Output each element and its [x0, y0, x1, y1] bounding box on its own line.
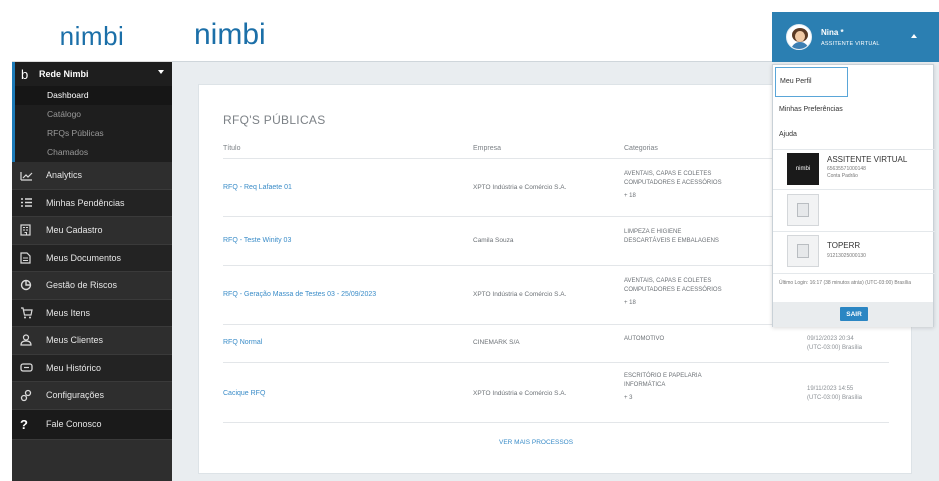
- sidebar-item-configuracoes[interactable]: Configurações: [12, 382, 172, 410]
- sidebar-item-label: Meu Histórico: [46, 362, 102, 373]
- sidebar-item-label: Configurações: [46, 390, 105, 401]
- user-dropdown-menu: Meu Perfil Minhas Preferências Ajuda nim…: [772, 64, 935, 327]
- rfq-empresa: XPTO Indústria e Comércio S.A.: [473, 291, 567, 298]
- account-details: 65635571000148 Conta Padrão: [827, 166, 866, 179]
- user-menu-toggle[interactable]: Nina * ASSITENTE VIRTUAL: [772, 12, 939, 62]
- building-icon: [787, 235, 819, 267]
- sidebar-logo-text: nimbi: [59, 21, 125, 51]
- building-icon: [20, 224, 46, 236]
- column-header-empresa: Empresa: [473, 145, 502, 152]
- account-details: 91213025000130: [827, 253, 866, 259]
- last-login-text: Último Login: 16:17 (38 minutos atrás) (…: [779, 280, 911, 286]
- sidebar-item-label: Gestão de Riscos: [46, 280, 118, 291]
- sidebar-item-minhas-pendencias[interactable]: Minhas Pendências: [12, 189, 172, 217]
- sidebar-item-chamados[interactable]: Chamados: [15, 143, 172, 162]
- risk-icon: [20, 279, 46, 291]
- sidebar-item-meus-documentos[interactable]: Meus Documentos: [12, 244, 172, 272]
- rfq-categorias: ESCRITÓRIO E PAPELARIA INFORMÁTICA + 3: [624, 373, 702, 401]
- avatar: [786, 24, 812, 50]
- dropdown-footer: SAIR: [773, 302, 933, 327]
- column-header-titulo: Título: [223, 145, 241, 152]
- sidebar-logo[interactable]: nimbi: [12, 12, 172, 62]
- rfq-empresa: Camila Souza: [473, 237, 514, 244]
- sidebar-group-header[interactable]: b Rede Nimbi: [15, 62, 172, 86]
- menu-item-minhas-preferencias[interactable]: Minhas Preferências: [779, 106, 843, 113]
- top-header: nimbi Nina * ASSITENTE VIRTUAL: [172, 12, 939, 62]
- divider: [773, 189, 935, 190]
- menu-item-ajuda[interactable]: Ajuda: [779, 131, 797, 138]
- column-header-categorias: Categorias: [624, 145, 658, 152]
- divider: [773, 149, 935, 150]
- caret-up-icon: [911, 34, 917, 38]
- sidebar-item-meu-historico[interactable]: Meu Histórico: [12, 354, 172, 382]
- account-name: ASSITENTE VIRTUAL: [827, 155, 908, 164]
- cart-icon: [20, 307, 46, 319]
- rfq-categorias: LIMPEZA E HIGIENE DESCARTÁVEIS E EMBALAG…: [624, 229, 719, 244]
- logout-button[interactable]: SAIR: [840, 307, 868, 321]
- sidebar-item-gestao-de-riscos[interactable]: Gestão de Riscos: [12, 272, 172, 300]
- sidebar-item-label: Meu Cadastro: [46, 225, 103, 236]
- building-icon: [787, 194, 819, 226]
- sidebar-item-fale-conosco[interactable]: ? Fale Conosco: [12, 409, 172, 440]
- nimbi-b-icon: b: [21, 66, 29, 82]
- rfq-title-link[interactable]: RFQ - Req Lafaete 01: [223, 184, 292, 191]
- rfq-categorias: AVENTAIS, CAPAS E COLETES COMPUTADORES E…: [624, 171, 722, 199]
- user-role: ASSITENTE VIRTUAL: [821, 40, 880, 47]
- caret-down-icon: [158, 70, 164, 74]
- user-name: Nina *: [821, 27, 844, 37]
- header-logo[interactable]: nimbi: [194, 18, 266, 52]
- menu-item-meu-perfil[interactable]: Meu Perfil: [775, 67, 848, 97]
- sidebar-item-label: Minhas Pendências: [46, 197, 125, 208]
- rfq-date: 09/12/2023 20:34 (UTC-03:00) Brasília: [807, 336, 863, 351]
- rfq-title-link[interactable]: RFQ Normal: [223, 339, 262, 346]
- sidebar-item-analytics[interactable]: Analytics: [12, 162, 172, 190]
- document-icon: [20, 252, 46, 264]
- sidebar-item-label: Fale Conosco: [46, 419, 102, 429]
- account-logo: nimbi: [787, 153, 819, 185]
- divider: [773, 231, 935, 232]
- sidebar-item-label: Meus Itens: [46, 307, 91, 318]
- divider: [223, 362, 889, 363]
- sidebar-item-meus-clientes[interactable]: Meus Clientes: [12, 327, 172, 355]
- sidebar-item-label: Meus Documentos: [46, 252, 122, 263]
- rfq-categorias: AUTOMOTIVO: [624, 336, 665, 342]
- divider: [223, 422, 889, 423]
- question-icon: ?: [20, 416, 28, 432]
- rfq-categorias: AVENTAIS, CAPAS E COLETES COMPUTADORES E…: [624, 278, 722, 306]
- users-icon: [20, 334, 46, 346]
- account-name: TOPERR: [827, 241, 861, 250]
- sidebar: nimbi b Rede Nimbi Dashboard Catálogo RF…: [12, 12, 172, 481]
- sidebar-item-catalogo[interactable]: Catálogo: [15, 105, 172, 124]
- sidebar-item-label: Analytics: [46, 170, 83, 181]
- rfq-empresa: CINEMARK S/A: [473, 339, 520, 346]
- sidebar-group-rede-nimbi: b Rede Nimbi Dashboard Catálogo RFQs Púb…: [12, 62, 172, 162]
- rfq-title-link[interactable]: Cacique RFQ: [223, 390, 265, 397]
- analytics-chart-icon: [20, 170, 46, 181]
- sidebar-item-label: Meus Clientes: [46, 335, 104, 346]
- ver-mais-processos-link[interactable]: VER MAIS PROCESSOS: [499, 439, 573, 446]
- sidebar-item-meus-itens[interactable]: Meus Itens: [12, 299, 172, 327]
- page-title: RFQ'S PÚBLICAS: [223, 113, 326, 127]
- gears-icon: [20, 389, 46, 402]
- sidebar-item-dashboard[interactable]: Dashboard: [15, 86, 172, 105]
- divider: [773, 273, 935, 274]
- sidebar-item-rfqs-publicas[interactable]: RFQs Públicas: [15, 124, 172, 143]
- sidebar-item-meu-cadastro[interactable]: Meu Cadastro: [12, 217, 172, 245]
- rfq-empresa: XPTO Indústria e Comércio S.A.: [473, 184, 567, 191]
- rfq-title-link[interactable]: RFQ - Geração Massa de Testes 03 - 25/09…: [223, 291, 376, 298]
- rfq-empresa: XPTO Indústria e Comércio S.A.: [473, 390, 567, 397]
- rfq-title-link[interactable]: RFQ - Teste Winity 03: [223, 237, 291, 244]
- list-checks-icon: [20, 197, 46, 208]
- history-icon: [20, 362, 46, 373]
- sidebar-group-label: Rede Nimbi: [39, 69, 89, 79]
- rfq-date: 19/11/2023 14:55 (UTC-03:00) Brasília: [807, 386, 863, 401]
